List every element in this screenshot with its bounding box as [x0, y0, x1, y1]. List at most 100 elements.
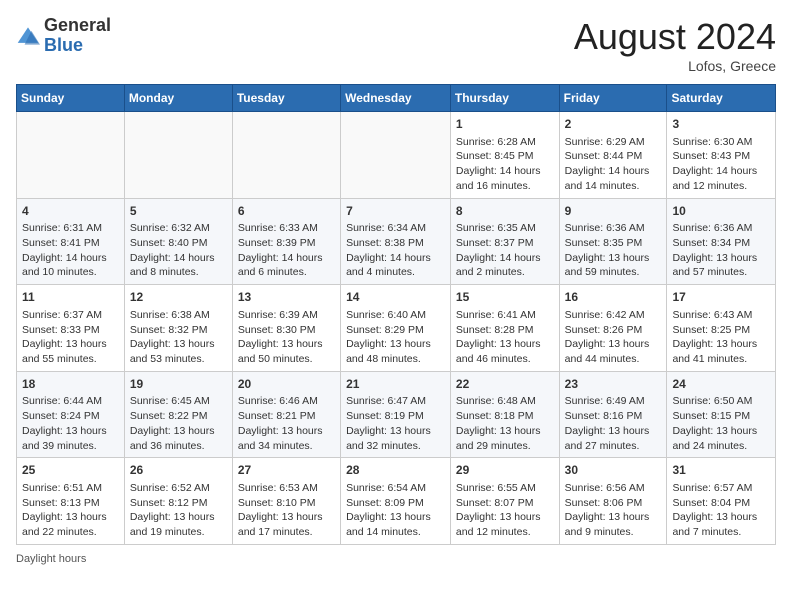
day-info: Sunrise: 6:28 AMSunset: 8:45 PMDaylight:… [456, 135, 554, 194]
day-number: 9 [565, 203, 662, 220]
table-row: 31 Sunrise: 6:57 AMSunset: 8:04 PMDayligh… [667, 458, 776, 545]
day-number: 18 [22, 376, 119, 393]
day-number: 21 [346, 376, 445, 393]
calendar-week-1: 1 Sunrise: 6:28 AMSunset: 8:45 PMDaylight… [17, 112, 776, 199]
table-row [17, 112, 125, 199]
table-row: 19Sunrise: 6:45 AMSunset: 8:22 PMDayligh… [124, 371, 232, 458]
table-row: 26 Sunrise: 6:52 AMSunset: 8:12 PMDayligh… [124, 458, 232, 545]
logo-icon [16, 24, 40, 48]
table-row: 6Sunrise: 6:33 AMSunset: 8:39 PMDaylight… [232, 198, 340, 285]
day-info: Sunrise: 6:31 AMSunset: 8:41 PMDaylight:… [22, 221, 119, 280]
day-info: Sunrise: 6:50 AMSunset: 8:15 PMDaylight:… [672, 394, 770, 453]
day-info: Sunrise: 6:49 AMSunset: 8:16 PMDaylight:… [565, 394, 662, 453]
day-info: Sunrise: 6:45 AMSunset: 8:22 PMDaylight:… [130, 394, 227, 453]
day-info: Sunrise: 6:53 AMSunset: 8:10 PMDaylight:… [238, 481, 335, 540]
daylight-label: Daylight hours [16, 553, 86, 565]
calendar-week-4: 18Sunrise: 6:44 AMSunset: 8:24 PMDayligh… [17, 371, 776, 458]
table-row: 7Sunrise: 6:34 AMSunset: 8:38 PMDaylight… [341, 198, 451, 285]
table-row: 4Sunrise: 6:31 AMSunset: 8:41 PMDaylight… [17, 198, 125, 285]
table-row: 21Sunrise: 6:47 AMSunset: 8:19 PMDayligh… [341, 371, 451, 458]
day-number: 28 [346, 462, 445, 479]
day-number: 7 [346, 203, 445, 220]
table-row: 18Sunrise: 6:44 AMSunset: 8:24 PMDayligh… [17, 371, 125, 458]
day-info: Sunrise: 6:47 AMSunset: 8:19 PMDaylight:… [346, 394, 445, 453]
day-info: Sunrise: 6:46 AMSunset: 8:21 PMDaylight:… [238, 394, 335, 453]
day-number: 14 [346, 289, 445, 306]
table-row: 9Sunrise: 6:36 AMSunset: 8:35 PMDaylight… [559, 198, 667, 285]
day-number: 2 [565, 116, 662, 133]
table-row: 17Sunrise: 6:43 AMSunset: 8:25 PMDayligh… [667, 285, 776, 372]
table-row: 23Sunrise: 6:49 AMSunset: 8:16 PMDayligh… [559, 371, 667, 458]
table-row: 15 Sunrise: 6:41 AMSunset: 8:28 PMDayligh… [450, 285, 559, 372]
day-info: Sunrise: 6:33 AMSunset: 8:39 PMDaylight:… [238, 221, 335, 280]
logo-general: General [44, 15, 111, 35]
day-info: Sunrise: 6:29 AMSunset: 8:44 PMDaylight:… [565, 135, 662, 194]
day-number: 30 [565, 462, 662, 479]
day-number: 29 [456, 462, 554, 479]
day-info: Sunrise: 6:54 AMSunset: 8:09 PMDaylight:… [346, 481, 445, 540]
day-info: Sunrise: 6:57 AMSunset: 8:04 PMDaylight:… [672, 481, 770, 540]
table-row: 24Sunrise: 6:50 AMSunset: 8:15 PMDayligh… [667, 371, 776, 458]
day-info: Sunrise: 6:30 AMSunset: 8:43 PMDaylight:… [672, 135, 770, 194]
table-row: 16Sunrise: 6:42 AMSunset: 8:26 PMDayligh… [559, 285, 667, 372]
table-row: 5Sunrise: 6:32 AMSunset: 8:40 PMDaylight… [124, 198, 232, 285]
day-number: 8 [456, 203, 554, 220]
col-friday: Friday [559, 85, 667, 112]
day-number: 19 [130, 376, 227, 393]
day-info: Sunrise: 6:48 AMSunset: 8:18 PMDaylight:… [456, 394, 554, 453]
col-tuesday: Tuesday [232, 85, 340, 112]
table-row: 13Sunrise: 6:39 AMSunset: 8:30 PMDayligh… [232, 285, 340, 372]
col-saturday: Saturday [667, 85, 776, 112]
col-wednesday: Wednesday [341, 85, 451, 112]
day-info: Sunrise: 6:35 AMSunset: 8:37 PMDaylight:… [456, 221, 554, 280]
day-number: 15 [456, 289, 554, 306]
day-info: Sunrise: 6:40 AMSunset: 8:29 PMDaylight:… [346, 308, 445, 367]
footer-note: Daylight hours [16, 553, 776, 565]
day-number: 31 [672, 462, 770, 479]
calendar-header-row: Sunday Monday Tuesday Wednesday Thursday… [17, 85, 776, 112]
table-row: 25Sunrise: 6:51 AMSunset: 8:13 PMDayligh… [17, 458, 125, 545]
calendar-table: Sunday Monday Tuesday Wednesday Thursday… [16, 84, 776, 545]
day-info: Sunrise: 6:34 AMSunset: 8:38 PMDaylight:… [346, 221, 445, 280]
day-info: Sunrise: 6:42 AMSunset: 8:26 PMDaylight:… [565, 308, 662, 367]
table-row: 11Sunrise: 6:37 AMSunset: 8:33 PMDayligh… [17, 285, 125, 372]
table-row: 8Sunrise: 6:35 AMSunset: 8:37 PMDaylight… [450, 198, 559, 285]
day-number: 22 [456, 376, 554, 393]
day-number: 4 [22, 203, 119, 220]
table-row: 30 Sunrise: 6:56 AMSunset: 8:06 PMDayligh… [559, 458, 667, 545]
day-number: 27 [238, 462, 335, 479]
day-number: 6 [238, 203, 335, 220]
day-number: 24 [672, 376, 770, 393]
table-row: 12 Sunrise: 6:38 AMSunset: 8:32 PMDayligh… [124, 285, 232, 372]
day-number: 1 [456, 116, 554, 133]
location: Lofos, Greece [574, 58, 776, 74]
day-number: 17 [672, 289, 770, 306]
table-row: 14 Sunrise: 6:40 AMSunset: 8:29 PMDayligh… [341, 285, 451, 372]
col-thursday: Thursday [450, 85, 559, 112]
table-row [232, 112, 340, 199]
logo-text: General Blue [44, 16, 111, 56]
logo-blue: Blue [44, 35, 83, 55]
calendar-week-3: 11Sunrise: 6:37 AMSunset: 8:33 PMDayligh… [17, 285, 776, 372]
day-info: Sunrise: 6:44 AMSunset: 8:24 PMDaylight:… [22, 394, 119, 453]
table-row: 29Sunrise: 6:55 AMSunset: 8:07 PMDayligh… [450, 458, 559, 545]
table-row: 27 Sunrise: 6:53 AMSunset: 8:10 PMDayligh… [232, 458, 340, 545]
day-info: Sunrise: 6:52 AMSunset: 8:12 PMDaylight:… [130, 481, 227, 540]
day-number: 13 [238, 289, 335, 306]
day-number: 10 [672, 203, 770, 220]
table-row: 2 Sunrise: 6:29 AMSunset: 8:44 PMDaylight… [559, 112, 667, 199]
table-row: 22Sunrise: 6:48 AMSunset: 8:18 PMDayligh… [450, 371, 559, 458]
day-number: 12 [130, 289, 227, 306]
table-row: 20Sunrise: 6:46 AMSunset: 8:21 PMDayligh… [232, 371, 340, 458]
table-row [341, 112, 451, 199]
col-sunday: Sunday [17, 85, 125, 112]
day-info: Sunrise: 6:38 AMSunset: 8:32 PMDaylight:… [130, 308, 227, 367]
title-block: August 2024 Lofos, Greece [574, 16, 776, 74]
day-info: Sunrise: 6:36 AMSunset: 8:34 PMDaylight:… [672, 221, 770, 280]
table-row: 28 Sunrise: 6:54 AMSunset: 8:09 PMDayligh… [341, 458, 451, 545]
day-info: Sunrise: 6:32 AMSunset: 8:40 PMDaylight:… [130, 221, 227, 280]
day-info: Sunrise: 6:56 AMSunset: 8:06 PMDaylight:… [565, 481, 662, 540]
day-number: 26 [130, 462, 227, 479]
logo: General Blue [16, 16, 111, 56]
day-info: Sunrise: 6:41 AMSunset: 8:28 PMDaylight:… [456, 308, 554, 367]
